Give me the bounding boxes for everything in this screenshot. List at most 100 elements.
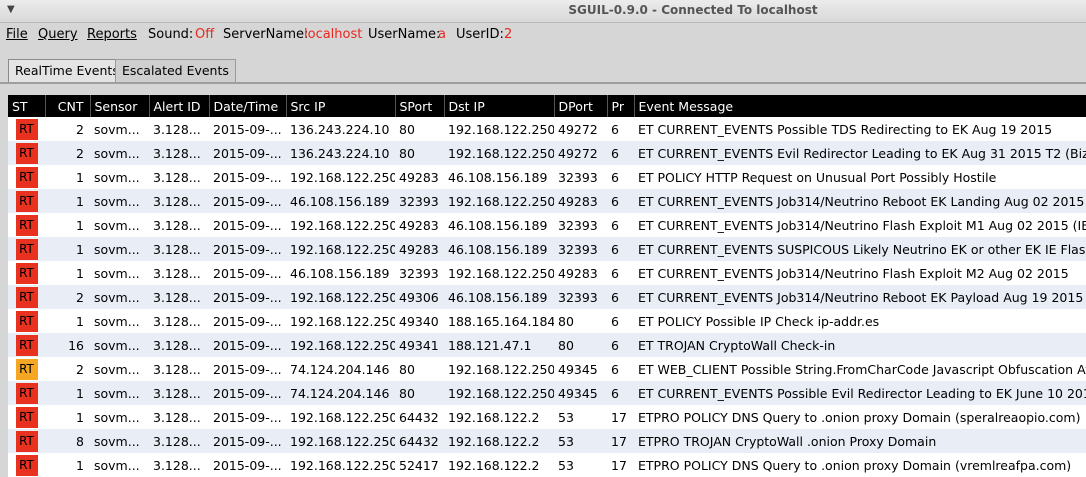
table-row[interactable]: RT 1 sovm... 3.128... 2015-09-... 74.124.204.… — [8, 381, 1086, 405]
title-bar: ▼ SGUIL-0.9.0 - Connected To localhost — [0, 0, 1086, 23]
status-cell[interactable]: RT — [8, 309, 45, 333]
sport-cell: 32393 — [395, 189, 444, 213]
column-header-sport[interactable]: SPort — [395, 95, 445, 117]
column-header-dst-ip[interactable]: Dst IP — [444, 95, 555, 117]
column-header-event-message[interactable]: Event Message — [634, 95, 1086, 117]
sensor-cell: sovm... — [90, 453, 149, 477]
event-message-cell: ETPRO TROJAN CryptoWall .onion Proxy Dom… — [634, 429, 1086, 453]
table-row[interactable]: RT 8 sovm... 3.128... 2015-09-... 192.168.122… — [8, 429, 1086, 453]
cnt-cell: 1 — [45, 381, 90, 405]
status-cell[interactable]: RT — [8, 405, 45, 429]
protocol-cell: 6 — [607, 261, 634, 285]
status-cell[interactable]: RT — [8, 453, 45, 477]
table-row[interactable]: RT 1 sovm... 3.128... 2015-09-... 46.108.156.… — [8, 261, 1086, 285]
dport-cell: 80 — [554, 333, 607, 357]
src-ip-cell: 192.168.122.250 — [286, 237, 395, 261]
column-header-cnt[interactable]: CNT — [45, 95, 91, 117]
status-badge: RT — [15, 358, 38, 380]
status-cell[interactable]: RT — [8, 381, 45, 405]
table-row[interactable]: RT 1 sovm... 3.128... 2015-09-... 192.168.122… — [8, 237, 1086, 261]
dport-cell: 49283 — [554, 261, 607, 285]
table-row[interactable]: RT 2 sovm... 3.128... 2015-09-... 136.243.224… — [8, 117, 1086, 141]
user-name-label: UserName: — [368, 27, 441, 42]
dst-ip-cell: 192.168.122.250 — [444, 381, 554, 405]
user-id-label: UserID: — [456, 27, 504, 42]
dport-cell: 80 — [554, 309, 607, 333]
status-badge: RT — [15, 430, 38, 452]
alert-id-cell: 3.128... — [149, 189, 209, 213]
table-row[interactable]: RT 2 sovm... 3.128... 2015-09-... 136.243.224… — [8, 141, 1086, 165]
status-badge: RT — [15, 310, 38, 332]
table-row[interactable]: RT 1 sovm... 3.128... 2015-09-... 192.168.122… — [8, 405, 1086, 429]
dport-cell: 32393 — [554, 285, 607, 309]
sport-cell: 80 — [395, 141, 444, 165]
status-cell[interactable]: RT — [8, 333, 45, 357]
table-row[interactable]: RT 1 sovm... 3.128... 2015-09-... 192.168.122… — [8, 453, 1086, 477]
alert-id-cell: 3.128... — [149, 213, 209, 237]
status-badge: RT — [15, 286, 38, 308]
column-header-alert-id[interactable]: Alert ID — [149, 95, 210, 117]
protocol-cell: 6 — [607, 213, 634, 237]
date-time-cell: 2015-09-... — [209, 405, 286, 429]
column-header-sensor[interactable]: Sensor — [90, 95, 150, 117]
sensor-cell: sovm... — [90, 429, 149, 453]
event-message-cell: ET POLICY Possible IP Check ip-addr.es — [634, 309, 1086, 333]
date-time-cell: 2015-09-... — [209, 165, 286, 189]
dst-ip-cell: 192.168.122.250 — [444, 117, 554, 141]
table-row[interactable]: RT 2 sovm... 3.128... 2015-09-... 192.168.122… — [8, 285, 1086, 309]
column-header-st[interactable]: ST — [8, 95, 46, 117]
tab-escalated-events[interactable]: Escalated Events — [115, 59, 236, 82]
user-id-value: 2 — [504, 27, 513, 42]
protocol-cell: 6 — [607, 237, 634, 261]
status-cell[interactable]: RT — [8, 285, 45, 309]
status-cell[interactable]: RT — [8, 141, 45, 165]
src-ip-cell: 46.108.156.189 — [286, 261, 395, 285]
column-header-src-ip[interactable]: Src IP — [286, 95, 396, 117]
event-message-cell: ET CURRENT_EVENTS Possible Evil Redirect… — [634, 381, 1086, 405]
status-badge: RT — [15, 382, 38, 404]
alert-id-cell: 3.128... — [149, 429, 209, 453]
table-row[interactable]: RT 1 sovm... 3.128... 2015-09-... 46.108.156.… — [8, 189, 1086, 213]
event-message-cell: ET POLICY HTTP Request on Unusual Port P… — [634, 165, 1086, 189]
date-time-cell: 2015-09-... — [209, 117, 286, 141]
menu-file[interactable]: File — [6, 27, 28, 42]
server-name-label: ServerName: — [223, 27, 309, 42]
cnt-cell: 2 — [45, 117, 90, 141]
table-row[interactable]: RT 16 sovm... 3.128... 2015-09-... 192.168.12… — [8, 333, 1086, 357]
table-row[interactable]: RT 2 sovm... 3.128... 2015-09-... 74.124.204.… — [8, 357, 1086, 381]
date-time-cell: 2015-09-... — [209, 213, 286, 237]
sensor-cell: sovm... — [90, 237, 149, 261]
column-header-dport[interactable]: DPort — [554, 95, 608, 117]
column-header-pr[interactable]: Pr — [607, 95, 635, 117]
table-row[interactable]: RT 1 sovm... 3.128... 2015-09-... 192.168.122… — [8, 213, 1086, 237]
status-cell[interactable]: RT — [8, 117, 45, 141]
src-ip-cell: 74.124.204.146 — [286, 357, 395, 381]
cnt-cell: 2 — [45, 357, 90, 381]
dst-ip-cell: 46.108.156.189 — [444, 237, 554, 261]
sport-cell: 52417 — [395, 453, 444, 477]
status-cell[interactable]: RT — [8, 357, 45, 381]
column-header-date-time[interactable]: Date/Time — [209, 95, 287, 117]
status-cell[interactable]: RT — [8, 237, 45, 261]
src-ip-cell: 74.124.204.146 — [286, 381, 395, 405]
tab-realtime-events[interactable]: RealTime Events — [8, 59, 126, 82]
sensor-cell: sovm... — [90, 165, 149, 189]
status-badge: RT — [15, 454, 38, 476]
src-ip-cell: 46.108.156.189 — [286, 189, 395, 213]
status-badge: RT — [15, 406, 38, 428]
status-cell[interactable]: RT — [8, 213, 45, 237]
date-time-cell: 2015-09-... — [209, 357, 286, 381]
menu-reports[interactable]: Reports — [87, 27, 137, 42]
cnt-cell: 1 — [45, 213, 90, 237]
status-cell[interactable]: RT — [8, 261, 45, 285]
protocol-cell: 6 — [607, 309, 634, 333]
sensor-cell: sovm... — [90, 309, 149, 333]
table-row[interactable]: RT 1 sovm... 3.128... 2015-09-... 192.168.122… — [8, 165, 1086, 189]
status-cell[interactable]: RT — [8, 189, 45, 213]
dport-cell: 49272 — [554, 117, 607, 141]
status-cell[interactable]: RT — [8, 429, 45, 453]
sport-cell: 80 — [395, 381, 444, 405]
status-cell[interactable]: RT — [8, 165, 45, 189]
table-row[interactable]: RT 1 sovm... 3.128... 2015-09-... 192.168.122… — [8, 309, 1086, 333]
menu-query[interactable]: Query — [38, 27, 78, 42]
